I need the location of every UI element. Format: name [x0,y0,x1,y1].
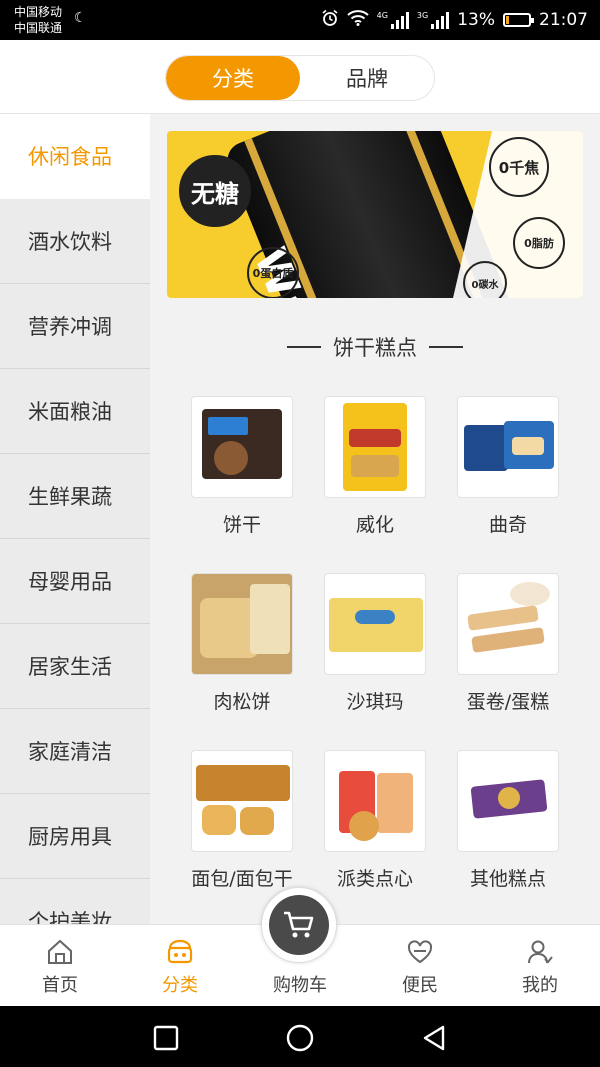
battery-icon [503,13,534,27]
heart-icon [360,937,480,967]
nav-convenience-label: 便民 [402,975,438,996]
status-bar: 中国移动 中国联通 ☾ 4G 3G 13% 21:07 [0,0,600,40]
category-icon [120,937,240,967]
back-button[interactable] [404,1018,464,1058]
egg-roll-image [457,573,559,675]
main-content: Watsons 无糖 0蛋白质 0千焦 0脂肪 0碳水 饼干糕点 饼干 [150,114,600,924]
product-item-biscuit[interactable]: 饼干 [175,396,309,538]
badge-fat: 0脂肪 [513,217,565,269]
sidebar-item-snacks[interactable]: 休闲食品 [0,114,150,199]
nav-home[interactable]: 首页 [0,925,120,1007]
product-label: 派类点心 [336,868,413,890]
profile-icon [480,937,600,967]
product-item-other[interactable]: 其他糕点 [441,750,575,892]
nav-profile[interactable]: 我的 [480,925,600,1007]
sidebar-item-home[interactable]: 居家生活 [0,624,150,709]
recent-apps-button[interactable] [136,1018,196,1058]
product-item-pastry[interactable]: 肉松饼 [175,573,309,715]
product-item-pie[interactable]: 派类点心 [308,750,442,892]
product-item-sachima[interactable]: 沙琪玛 [308,573,442,715]
product-item-bread[interactable]: 面包/面包干 [175,750,309,892]
product-item-cookie[interactable]: 曲奇 [441,396,575,538]
badge-protein: 0蛋白质 [247,247,299,298]
nav-profile-label: 我的 [522,975,558,996]
product-label: 肉松饼 [213,691,271,713]
other-pastry-image [457,750,559,852]
alarm-icon [321,9,339,32]
sidebar-item-cleaning[interactable]: 家庭清洁 [0,709,150,794]
wifi-icon [346,9,369,31]
badge-sugar-free: 无糖 [179,155,251,227]
signal-icon-1: 4G [377,11,409,29]
cart-button[interactable] [261,887,337,963]
sidebar-item-grain-oil[interactable]: 米面粮油 [0,369,150,454]
carrier-info: 中国移动 中国联通 [14,4,62,36]
home-icon [0,937,120,967]
product-label: 曲奇 [488,514,527,536]
battery-percent: 13% [457,10,495,30]
nav-cart-label: 购物车 [273,975,327,996]
sidebar-item-drinks[interactable]: 酒水饮料 [0,199,150,284]
nav-home-label: 首页 [42,975,78,996]
system-nav-bar [0,1006,600,1067]
header: 分类 品牌 [0,40,600,114]
sidebar-item-kitchen[interactable]: 厨房用具 [0,794,150,879]
category-sidebar: 休闲食品 酒水饮料 营养冲调 米面粮油 生鲜果蔬 母婴用品 居家生活 家庭清洁 … [0,114,150,924]
segmented-control: 分类 品牌 [165,55,435,101]
product-label: 其他糕点 [469,868,546,890]
clock: 21:07 [539,10,588,30]
product-item-egg-roll[interactable]: 蛋卷/蛋糕 [441,573,575,715]
sidebar-item-baby[interactable]: 母婴用品 [0,539,150,624]
cart-icon [269,895,329,955]
badge-kj: 0千焦 [489,137,549,197]
wafer-box-image [324,396,426,498]
product-label: 蛋卷/蛋糕 [466,691,550,713]
cookie-box-image [457,396,559,498]
pastry-pack-image [191,573,293,675]
promo-banner[interactable]: Watsons 无糖 0蛋白质 0千焦 0脂肪 0碳水 [167,131,583,298]
battery-fill [506,16,509,24]
section-title-text: 饼干糕点 [333,336,417,360]
bread-box-image [191,750,293,852]
product-label: 沙琪玛 [346,691,404,713]
carrier-1: 中国移动 [14,5,63,19]
sidebar-item-nutrition[interactable]: 营养冲调 [0,284,150,369]
moon-icon: ☾ [74,10,87,26]
tab-category[interactable]: 分类 [166,56,300,100]
network-2: 3G [416,11,429,20]
sidebar-item-fresh[interactable]: 生鲜果蔬 [0,454,150,539]
biscuit-pack-image [191,396,293,498]
tab-brand[interactable]: 品牌 [300,56,434,100]
nav-category-label: 分类 [162,975,198,996]
sachima-pack-image [324,573,426,675]
home-button[interactable] [270,1018,330,1058]
carrier-2: 中国联通 [14,21,63,35]
nav-convenience[interactable]: 便民 [360,925,480,1007]
product-label: 饼干 [222,514,261,536]
network-1: 4G [376,11,388,20]
section-title: 饼干糕点 [150,332,600,362]
signal-icon-2: 3G [416,11,450,29]
product-item-wafer[interactable]: 威化 [308,396,442,538]
pie-pack-image [324,750,426,852]
badge-carb: 0碳水 [463,261,507,298]
sidebar-item-beauty[interactable]: 个护美妆 [0,879,150,924]
product-label: 威化 [355,514,394,536]
nav-category[interactable]: 分类 [120,925,240,1007]
